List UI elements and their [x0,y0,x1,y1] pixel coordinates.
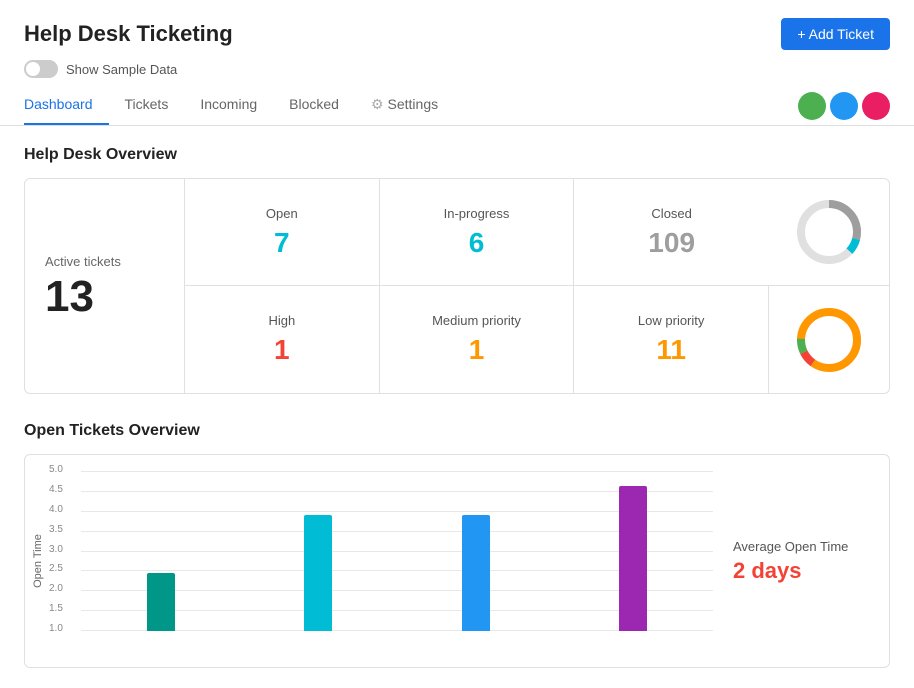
stat-inprogress: In-progress 6 [380,179,575,286]
bar-1 [91,573,231,631]
active-tickets-panel: Active tickets 13 [25,179,185,393]
stat-medium-label: Medium priority [432,313,521,328]
avg-value: 2 days [733,558,802,584]
stat-inprogress-value: 6 [469,227,485,259]
bar-chart-inner: 5.0 4.5 4.0 3.5 3.0 2.5 2.0 1.5 1.0 [81,471,713,651]
active-tickets-count: 13 [45,275,164,319]
stat-high-value: 1 [274,334,290,366]
stat-closed-value: 109 [648,227,695,259]
stat-low: Low priority 11 [574,286,769,393]
stat-closed-label: Closed [651,206,691,221]
stat-closed: Closed 109 [574,179,769,286]
toggle-thumb [26,62,40,76]
overview-section-title: Help Desk Overview [24,146,890,164]
tab-tickets[interactable]: Tickets [109,86,185,125]
tab-dashboard[interactable]: Dashboard [24,86,109,125]
bar-2 [249,515,389,631]
stat-open-label: Open [266,206,298,221]
nav-tabs: Dashboard Tickets Incoming Blocked ⚙Sett… [24,86,454,125]
stat-inprogress-label: In-progress [444,206,510,221]
settings-gear-icon: ⚙ [371,96,384,112]
nav-bar: Dashboard Tickets Incoming Blocked ⚙Sett… [0,86,914,126]
avg-label: Average Open Time [733,539,848,554]
overview-grid: Open 7 In-progress 6 Closed 109 [185,179,889,393]
stat-open-value: 7 [274,227,290,259]
bar-4 [564,486,704,631]
nav-avatars [798,92,890,120]
y-axis-label: Open Time [32,534,44,588]
stat-high: High 1 [185,286,380,393]
avg-open-time-panel: Average Open Time 2 days [713,471,873,651]
stat-high-label: High [268,313,295,328]
avatar-1 [798,92,826,120]
bar-3 [406,515,546,631]
stat-open: Open 7 [185,179,380,286]
stat-medium-value: 1 [469,334,485,366]
avatar-3 [862,92,890,120]
sample-data-toggle[interactable] [24,60,58,78]
stat-medium: Medium priority 1 [380,286,575,393]
bars-row [81,471,713,631]
bar-chart-area: Open Time 5.0 4.5 4.0 3.5 3.0 2.5 2.0 1.… [41,471,713,651]
app-title: Help Desk Ticketing [24,21,233,47]
bar-purple [619,486,647,631]
open-tickets-title: Open Tickets Overview [24,422,890,440]
bar-teal [304,515,332,631]
tab-incoming[interactable]: Incoming [184,86,273,125]
bar-teal-dark [147,573,175,631]
sample-data-label: Show Sample Data [66,62,177,77]
open-tickets-chart: Open Time 5.0 4.5 4.0 3.5 3.0 2.5 2.0 1.… [24,454,890,668]
tab-blocked[interactable]: Blocked [273,86,355,125]
main-content: Help Desk Overview Active tickets 13 Ope… [0,126,914,688]
overview-card: Active tickets 13 Open 7 In-progress 6 C… [24,178,890,394]
avatar-2 [830,92,858,120]
tab-settings[interactable]: ⚙Settings [355,86,454,125]
active-tickets-label: Active tickets [45,254,164,269]
stat-low-label: Low priority [638,313,704,328]
donut-chart-1 [769,179,889,286]
bar-blue [462,515,490,631]
add-ticket-button[interactable]: + Add Ticket [781,18,890,50]
stat-low-value: 11 [656,334,686,366]
donut-chart-2 [769,286,889,393]
